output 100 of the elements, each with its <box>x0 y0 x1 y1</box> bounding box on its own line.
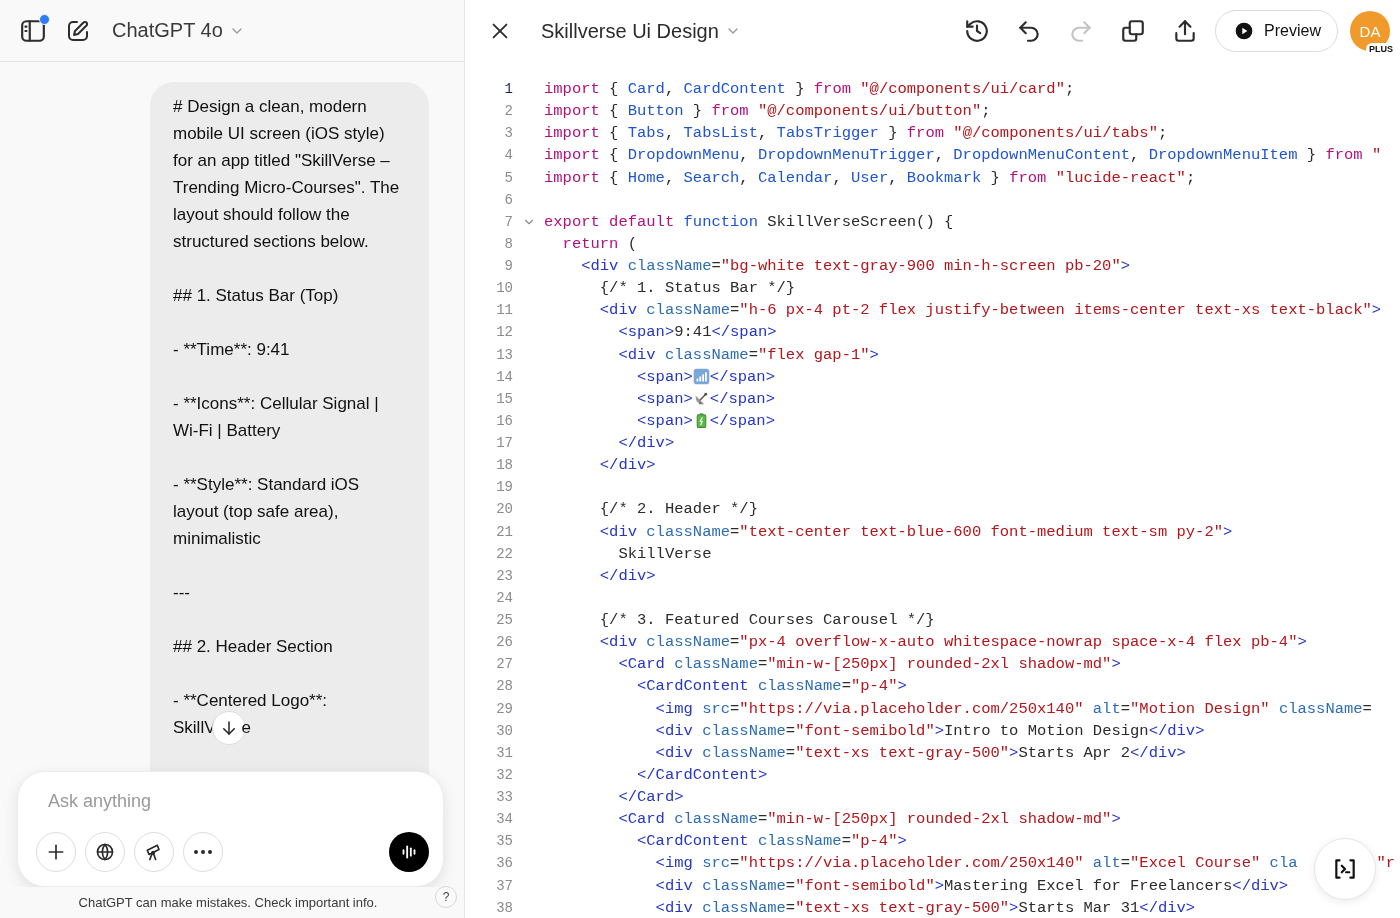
code-line: import { Tabs, TabsList, TabsTrigger } from "@/components/ui/tabs"; <box>544 124 1168 143</box>
line-number: 25 <box>495 612 513 629</box>
code-line: <div className="px-4 overflow-x-auto whitespace-nowrap space-x-4 flex pb-4"> <box>598 633 1307 652</box>
disclaimer-text: ChatGPT can make mistakes. Check important info. <box>78 895 378 910</box>
code-line: import { Button } from "@/components/ui/button"; <box>544 102 991 121</box>
copy-icon[interactable] <box>1120 18 1147 44</box>
message-text: ## 2. Header Section <box>173 636 334 658</box>
more-icon <box>194 850 212 854</box>
help-button[interactable]: ? <box>435 886 457 908</box>
code-line: import { Card, CardContent } from "@/components/ui/card"; <box>544 80 1075 99</box>
code-text: </span> <box>709 411 775 430</box>
line-number: 26 <box>495 634 513 651</box>
line-number: 7 <box>503 213 513 230</box>
code-line: </div> <box>598 456 656 475</box>
message-text: ## 1. Status Bar (Top) <box>173 285 340 307</box>
line-number: 12 <box>495 324 513 341</box>
code-line: SkillVerse <box>617 544 712 563</box>
line-number: 1 <box>503 81 513 98</box>
line-number: 33 <box>495 789 513 806</box>
line-number: 28 <box>495 678 513 695</box>
code-line: </CardContent> <box>636 765 768 784</box>
code-line: return ( <box>561 234 638 253</box>
code-text: </span> <box>709 389 775 408</box>
line-number: 30 <box>495 722 513 739</box>
voice-button[interactable] <box>389 832 429 872</box>
message-text: # Design a clean, modern mobile UI screen (iOS style) for an app titled "SkillVerse – Trending Micro-Courses". The layout should follow the structured sections below. <box>173 96 401 253</box>
line-number: 17 <box>495 435 513 452</box>
line-number: 27 <box>495 656 513 673</box>
code-text: <span> <box>636 389 693 408</box>
code-text: <img src="https://via.placeholder.com/250x140" alt="Excel Course" cla <box>654 854 1298 873</box>
code-text: <span> <box>636 411 693 430</box>
line-number: 4 <box>503 147 513 164</box>
code-line: import { Home, Search, Calendar, User, Bookmark } from "lucide-react"; <box>544 168 1196 187</box>
play-icon <box>1234 21 1255 41</box>
code-line: <div className="font-semibold">Intro to Motion Design</div> <box>654 721 1205 740</box>
code-text: </span> <box>709 367 775 386</box>
terminal-icon <box>1332 856 1358 882</box>
new-chat-icon[interactable] <box>66 18 90 43</box>
code-line: <CardContent className="p-4"> <box>636 677 907 696</box>
code-line: <div className="h-6 px-4 pt-2 flex justify-between items-center text-xs text-black"> <box>598 301 1382 320</box>
line-number: 10 <box>495 280 513 297</box>
line-number: 23 <box>495 567 513 584</box>
signal-icon <box>692 368 710 386</box>
code-line: <div className="flex gap-1"> <box>617 345 879 364</box>
code-line: <div className="font-semibold">Mastering Excel for Freelancers</div> <box>654 876 1289 895</box>
line-number: 6 <box>503 191 513 208</box>
plus-icon <box>46 842 66 862</box>
line-number: 16 <box>495 412 513 429</box>
line-number: 32 <box>495 766 513 783</box>
code-line: import { DropdownMenu, DropdownMenuTrigger, DropdownMenuContent, DropdownMenuItem } from " <box>544 146 1382 165</box>
globe-icon <box>95 842 115 862</box>
line-number: 34 <box>495 811 513 828</box>
line-number: 37 <box>495 877 513 894</box>
code-text: <span> <box>636 367 693 386</box>
message-text: SkillV <box>173 717 216 739</box>
code-line: {/* 3. Featured Courses Carousel */} <box>598 611 935 630</box>
line-number: 11 <box>495 302 513 319</box>
code-line: <Card className="min-w-[250px] rounded-2xl shadow-md"> <box>617 655 1121 674</box>
line-number: 14 <box>495 368 513 385</box>
code-line: <img src="https://via.placeholder.com/250x140" alt="Motion Design" className= <box>654 699 1372 718</box>
code-line: <div className="text-xs text-gray-500">Starts Apr 2</div> <box>654 743 1186 762</box>
line-number: 29 <box>495 700 513 717</box>
line-number: 24 <box>495 589 513 606</box>
code-line: {/* 1. Status Bar */} <box>598 279 796 298</box>
message-text: - **Time**: 9:41 <box>173 339 291 361</box>
line-number: 35 <box>495 833 513 850</box>
sidebar-icon[interactable] <box>20 17 46 44</box>
line-number: 3 <box>503 125 513 142</box>
code-line: </div> <box>617 434 675 453</box>
line-number: 2 <box>503 103 513 120</box>
history-icon[interactable] <box>964 18 991 44</box>
line-number: 15 <box>495 390 513 407</box>
line-number: 5 <box>503 169 513 186</box>
line-number: 22 <box>495 545 513 562</box>
message-text: - **Icons**: Cellular Signal | Wi-Fi | Battery <box>173 393 380 442</box>
line-number: 9 <box>503 258 513 275</box>
message-text: e <box>241 717 251 739</box>
line-number: 8 <box>503 235 513 252</box>
line-number: 31 <box>495 744 513 761</box>
line-number: 18 <box>495 457 513 474</box>
message-text: --- <box>173 582 191 604</box>
code-text: "r <box>1376 854 1396 873</box>
line-number: 36 <box>495 855 513 872</box>
code-line: <div className="bg-white text-gray-900 min-h-screen pb-20"> <box>580 257 1131 276</box>
document-title[interactable]: Skillverse Ui Design <box>541 19 741 43</box>
code-line: <div className="text-center text-blue-600 font-medium text-sm py-2"> <box>598 522 1233 541</box>
line-number: 19 <box>495 479 513 496</box>
code-line: <div className="text-xs text-gray-500">Starts Mar 31</div> <box>654 898 1196 917</box>
code-line: <CardContent className="p-4"> <box>636 832 907 851</box>
code-line: <Card className="min-w-[250px] rounded-2xl shadow-md"> <box>617 810 1121 829</box>
line-number: 13 <box>495 346 513 363</box>
message-text: - **Style**: Standard iOS layout (top safe area), minimalistic <box>173 474 361 550</box>
message-text: - **Centered Logo**: <box>173 690 329 712</box>
line-number: 21 <box>495 523 513 540</box>
code-line: export default function SkillVerseScreen() { <box>544 212 954 231</box>
message-input[interactable]: Ask anything <box>36 786 429 816</box>
code-line: <span>9:41</span> <box>617 323 777 342</box>
code-line: {/* 2. Header */} <box>598 500 758 519</box>
code-line: </div> <box>598 566 656 585</box>
model-selector[interactable]: ChatGPT 4o <box>112 19 245 42</box>
